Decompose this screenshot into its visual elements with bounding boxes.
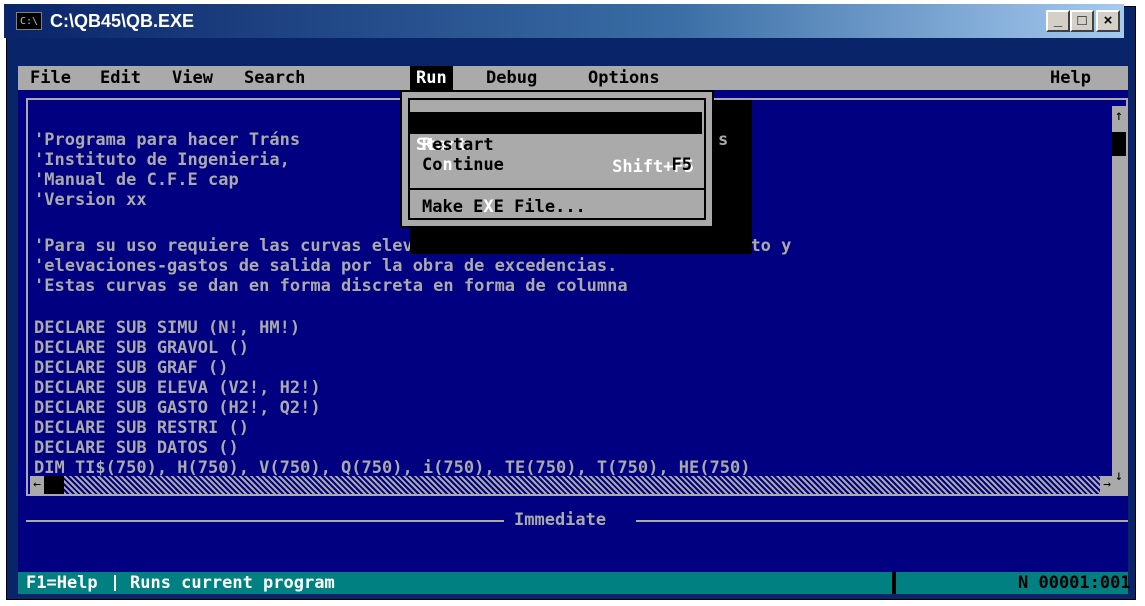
horizontal-scrollbar[interactable]: ← → xyxy=(30,476,1114,494)
code-line[interactable]: DECLARE SUB GASTO (H2!, Q2!) xyxy=(34,398,321,418)
status-divider xyxy=(892,572,896,594)
title-bar[interactable]: C:\ C:\QB45\QB.EXE _ □ × xyxy=(4,4,1124,38)
code-line[interactable]: DECLARE SUB GRAVOL () xyxy=(34,338,249,358)
status-divider xyxy=(114,575,116,591)
scroll-right-icon[interactable]: → xyxy=(1100,476,1114,494)
continue-hotkey: n xyxy=(442,155,453,175)
menu-search[interactable]: Search xyxy=(244,66,305,90)
code-line[interactable]: DIM TI$(750), H(750), V(750), Q(750), i(… xyxy=(34,458,750,478)
run-menu-make-exe[interactable]: Make EXE File... xyxy=(422,196,586,218)
horizontal-scroll-thumb[interactable] xyxy=(44,476,64,494)
code-line[interactable]: 'Instituto de Ingenieria, xyxy=(34,150,290,170)
immediate-title: Immediate xyxy=(508,510,613,530)
menu-shadow xyxy=(714,100,752,238)
scroll-up-icon[interactable]: ↑ xyxy=(1112,106,1126,126)
make-exe-label-rest: E File... xyxy=(493,197,586,217)
menu-options[interactable]: Options xyxy=(588,66,660,90)
run-menu-continue[interactable]: Continue F5 xyxy=(422,154,700,176)
vertical-scroll-thumb[interactable] xyxy=(1112,132,1126,156)
scroll-down-icon[interactable]: ↓ xyxy=(1112,466,1126,486)
code-line[interactable]: 'elevaciones-gastos de salida por la obr… xyxy=(34,256,617,276)
menu-file[interactable]: File xyxy=(30,66,71,90)
partial-text: s xyxy=(718,130,729,150)
minimize-button[interactable]: _ xyxy=(1046,10,1070,32)
cursor-position: N 00001:001 xyxy=(1018,573,1131,593)
run-menu: Start Shift+F5 Restart Continue F5 Make E… xyxy=(400,90,714,228)
immediate-window[interactable] xyxy=(26,530,1128,570)
code-line[interactable]: DECLARE SUB ELEVA (V2!, H2!) xyxy=(34,378,321,398)
menu-run[interactable]: Run xyxy=(410,66,453,90)
menu-view[interactable]: View xyxy=(172,66,213,90)
continue-label-rest: tinue xyxy=(452,155,504,175)
console-icon[interactable]: C:\ xyxy=(16,12,42,30)
code-line[interactable]: 'Estas curvas se dan en forma discreta e… xyxy=(34,276,628,296)
menu-bar: File Edit View Search Run Debug Options … xyxy=(18,66,1128,90)
run-menu-start[interactable]: Start Shift+F5 xyxy=(410,112,702,177)
menu-shadow xyxy=(410,228,752,254)
code-line[interactable]: DECLARE SUB DATOS () xyxy=(34,438,239,458)
code-line[interactable]: DECLARE SUB SIMU (N!, HM!) xyxy=(34,318,300,338)
status-bar: F1=Help Runs current program N 00001:001 xyxy=(18,572,1131,594)
immediate-divider xyxy=(636,520,1128,522)
vertical-scrollbar[interactable]: ↑ ↓ xyxy=(1112,106,1126,496)
menu-edit[interactable]: Edit xyxy=(100,66,141,90)
run-menu-separator xyxy=(408,188,706,190)
code-line[interactable]: 'Version xx xyxy=(34,190,147,210)
immediate-divider xyxy=(26,520,504,522)
make-exe-hotkey: X xyxy=(483,197,494,217)
status-message: Runs current program xyxy=(130,573,335,593)
continue-label-pre: Co xyxy=(422,155,443,175)
menu-help[interactable]: Help xyxy=(1050,66,1091,90)
code-line[interactable]: DECLARE SUB RESTRI () xyxy=(34,418,249,438)
run-menu-restart[interactable]: Restart xyxy=(422,134,494,156)
close-button[interactable]: × xyxy=(1096,10,1120,32)
code-line[interactable]: 'Programa para hacer Tráns xyxy=(34,130,300,150)
status-help: F1=Help xyxy=(26,573,98,593)
maximize-button[interactable]: □ xyxy=(1070,10,1094,32)
scroll-left-icon[interactable]: ← xyxy=(30,476,44,494)
continue-shortcut: F5 xyxy=(671,155,692,175)
code-line[interactable]: DECLARE SUB GRAF () xyxy=(34,358,228,378)
make-exe-label-pre: Make E xyxy=(422,197,484,217)
restart-hotkey: R xyxy=(422,135,433,155)
code-line[interactable]: 'Manual de C.F.E cap xyxy=(34,170,239,190)
window-title: C:\QB45\QB.EXE xyxy=(50,11,195,31)
restart-label: estart xyxy=(432,135,494,155)
menu-debug[interactable]: Debug xyxy=(486,66,537,90)
